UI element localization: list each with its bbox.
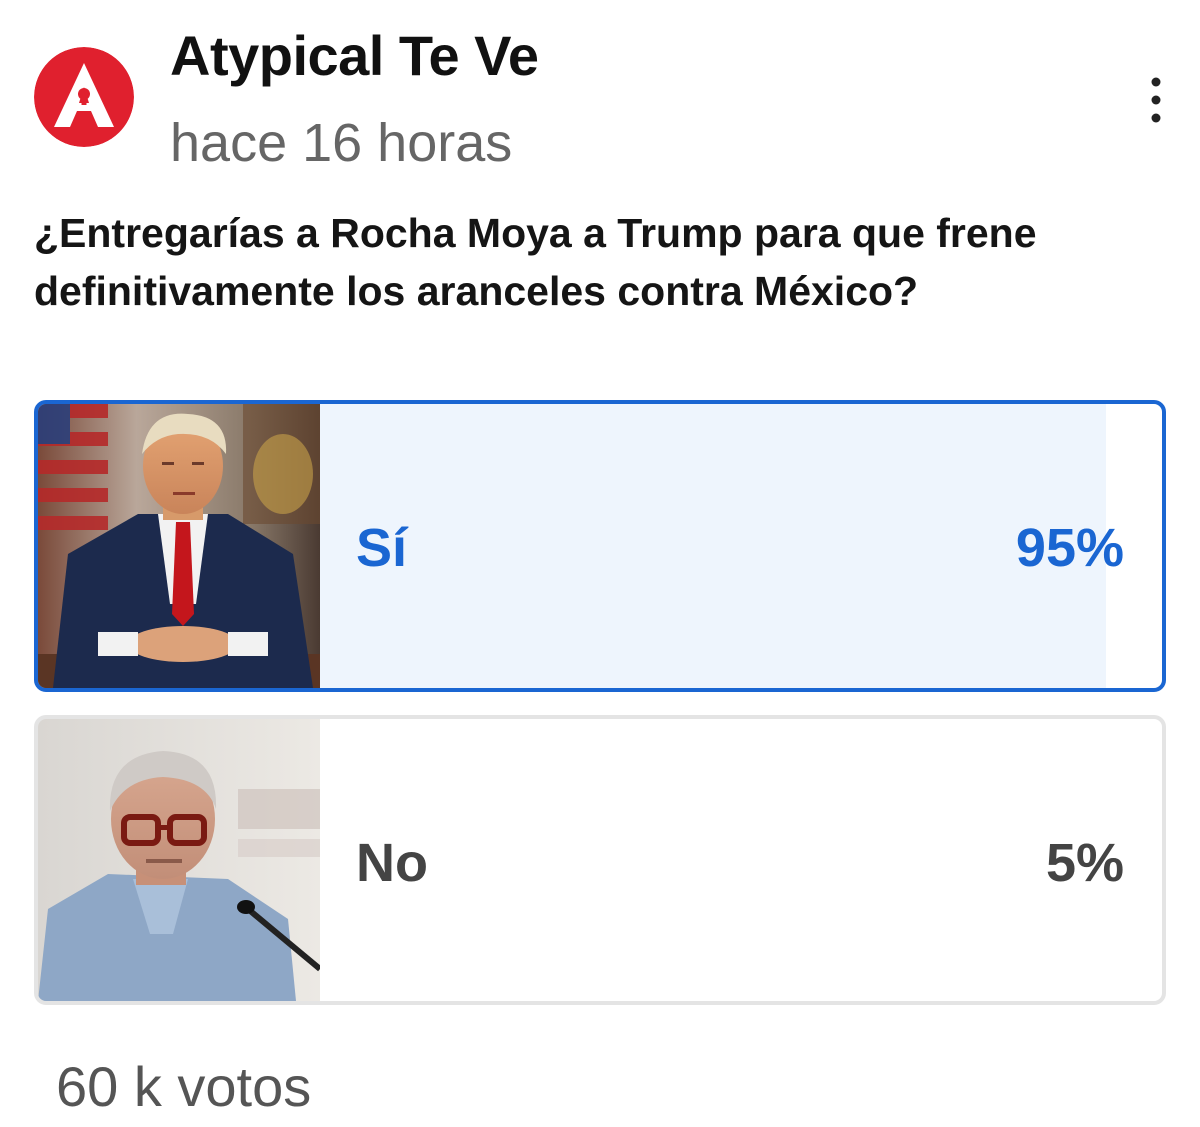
atypical-logo-icon bbox=[34, 47, 134, 147]
poll-option-si-image bbox=[38, 404, 320, 688]
poll-option-no-label: No bbox=[356, 833, 428, 893]
poll-option-no-image bbox=[38, 719, 320, 1001]
poll-option-no[interactable]: No 5% bbox=[34, 715, 1166, 1005]
poll-question: ¿Entregarías a Rocha Moya a Trump para q… bbox=[34, 210, 1037, 314]
poll-option-si-percent: 95% bbox=[1015, 518, 1124, 578]
vote-count: 60 k votos bbox=[56, 1055, 312, 1118]
more-vertical-icon bbox=[1151, 77, 1161, 123]
poll-option-si[interactable]: Sí 95% bbox=[34, 400, 1166, 692]
channel-name[interactable]: Atypical Te Ve bbox=[170, 22, 539, 90]
post-timestamp: hace 16 horas bbox=[170, 113, 513, 173]
poll-option-no-percent: 5% bbox=[1045, 833, 1124, 893]
more-options-button[interactable] bbox=[1136, 72, 1176, 128]
poll-option-si-label: Sí bbox=[356, 518, 408, 578]
channel-avatar[interactable] bbox=[34, 47, 134, 147]
